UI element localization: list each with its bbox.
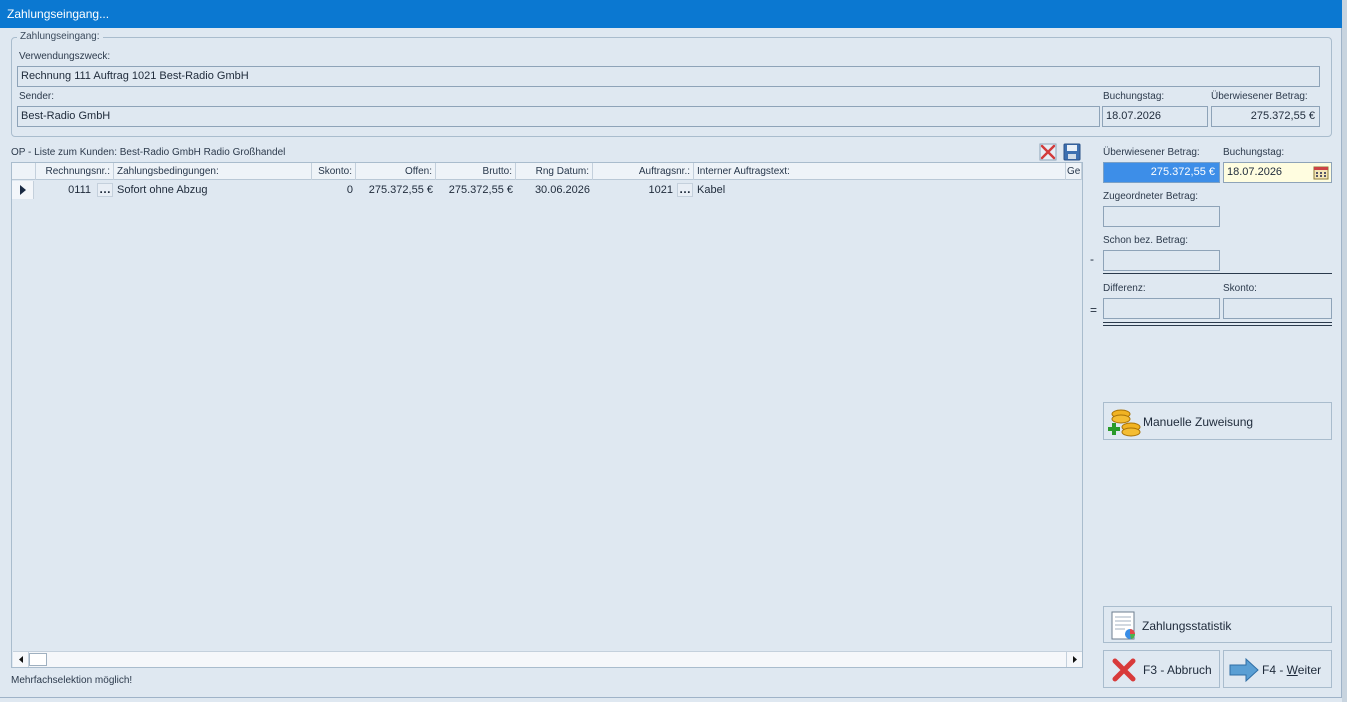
col-skonto[interactable]: Skonto: <box>312 163 356 180</box>
side-booking-date-value: 18.07.2026 <box>1227 166 1283 178</box>
cancel-button[interactable]: F3 - Abbruch <box>1103 650 1220 688</box>
col-invoice-date[interactable]: Rng Datum: <box>516 163 593 180</box>
booking-day-label: Buchungstag: <box>1103 91 1165 102</box>
row-selector-header <box>12 163 36 180</box>
purpose-field[interactable]: Rechnung 111 Auftrag 1021 Best-Radio Gmb… <box>17 66 1320 87</box>
assigned-label: Zugeordneter Betrag: <box>1103 191 1199 202</box>
sender-label: Sender: <box>19 91 55 102</box>
total-divider-1 <box>1103 322 1332 323</box>
next-label-rest: eiter <box>1297 663 1322 677</box>
cell-skonto: 0 <box>346 184 353 196</box>
calendar-icon <box>1313 166 1329 180</box>
scroll-right-button[interactable] <box>1066 652 1082 667</box>
purpose-label: Verwendungszweck: <box>19 51 111 62</box>
col-gross[interactable]: Brutto: <box>436 163 516 180</box>
col-invoice-number[interactable]: Rechnungsnr.: <box>36 163 114 180</box>
window-titlebar: Zahlungseingang... <box>0 0 1342 28</box>
side-transferred-input[interactable]: 275.372,55 € <box>1103 162 1220 183</box>
order-ellipsis-button[interactable]: … <box>677 183 693 197</box>
col-order-number[interactable]: Auftragsnr.: <box>593 163 694 180</box>
cancel-x-icon <box>1112 658 1136 682</box>
save-button[interactable] <box>1062 143 1082 161</box>
cancel-label: F3 - Abbruch <box>1143 663 1212 677</box>
groupbox-legend: Zahlungseingang: <box>17 31 103 42</box>
delete-x-icon <box>1039 143 1057 161</box>
scroll-left-arrow-icon <box>19 656 23 663</box>
difference-field[interactable] <box>1103 298 1220 319</box>
skonto-label: Skonto: <box>1223 283 1257 294</box>
sender-field[interactable]: Best-Radio GmbH <box>17 106 1100 127</box>
op-list-caption: OP - Liste zum Kunden: Best-Radio GmbH R… <box>11 147 286 158</box>
report-chart-icon <box>1111 611 1136 640</box>
next-label-prefix: F4 - <box>1262 663 1287 677</box>
invoice-ellipsis-button[interactable]: … <box>97 183 113 197</box>
row-indicator <box>12 181 34 199</box>
col-payment-terms[interactable]: Zahlungsbedingungen: <box>114 163 312 180</box>
scroll-left-button[interactable] <box>13 652 29 667</box>
skonto-field[interactable] <box>1223 298 1332 319</box>
next-button[interactable]: F4 - Weiter <box>1223 650 1332 688</box>
transferred-label: Überwiesener Betrag: <box>1211 91 1308 102</box>
difference-label: Differenz: <box>1103 283 1146 294</box>
already-paid-label: Schon bez. Betrag: <box>1103 235 1189 246</box>
coins-add-icon <box>1108 409 1141 437</box>
side-booking-date-input[interactable]: 18.07.2026 <box>1223 162 1332 183</box>
scroll-right-arrow-icon <box>1073 656 1077 663</box>
booking-day-field[interactable]: 18.07.2026 <box>1102 106 1208 127</box>
manual-assignment-button[interactable]: Manuelle Zuweisung <box>1103 402 1332 440</box>
floppy-disk-icon <box>1063 143 1081 161</box>
cell-gross: 275.372,55 € <box>448 184 513 196</box>
current-row-arrow-icon <box>20 185 26 195</box>
cell-open: 275.372,55 € <box>368 184 433 196</box>
next-label-hotkey: W <box>1286 663 1298 677</box>
assigned-amount-field[interactable] <box>1103 206 1220 227</box>
col-internal-text[interactable]: Interner Auftragstext: <box>694 163 1066 180</box>
op-list-grid: Rechnungsnr.: Zahlungsbedingungen: Skont… <box>11 162 1083 668</box>
minus-sign: - <box>1090 252 1094 266</box>
payment-statistics-button[interactable]: Zahlungsstatistik <box>1103 606 1332 643</box>
cell-order-number: 1021 <box>648 184 673 196</box>
sum-divider <box>1103 273 1332 274</box>
cell-internal-text: Kabel <box>697 184 726 196</box>
total-divider-2 <box>1103 325 1332 326</box>
payment-statistics-label: Zahlungsstatistik <box>1142 619 1232 633</box>
window-edge <box>1342 0 1347 702</box>
col-truncated[interactable]: Ge <box>1066 163 1082 180</box>
cell-invoice-date: 30.06.2026 <box>534 184 590 196</box>
horizontal-scrollbar[interactable] <box>13 651 1082 667</box>
arrow-right-icon <box>1229 657 1259 683</box>
side-booking-label: Buchungstag: <box>1223 147 1285 158</box>
transferred-field[interactable]: 275.372,55 € <box>1211 106 1320 127</box>
delete-button[interactable] <box>1038 143 1058 161</box>
already-paid-field[interactable] <box>1103 250 1220 271</box>
cell-payment-terms: Sofort ohne Abzug <box>117 184 208 196</box>
calendar-button[interactable] <box>1313 165 1329 180</box>
side-transferred-label: Überwiesener Betrag: <box>1103 147 1200 158</box>
multiselect-hint: Mehrfachselektion möglich! <box>11 675 133 686</box>
col-open[interactable]: Offen: <box>356 163 436 180</box>
next-label: F4 - Weiter <box>1262 663 1321 677</box>
table-row[interactable]: 0111 … Sofort ohne Abzug 0 275.372,55 € … <box>12 181 1082 199</box>
cell-invoice-number: 0111 <box>68 184 91 196</box>
equals-sign: = <box>1090 303 1098 317</box>
grid-header: Rechnungsnr.: Zahlungsbedingungen: Skont… <box>12 163 1082 180</box>
scroll-thumb[interactable] <box>29 653 47 666</box>
window-title: Zahlungseingang... <box>7 7 110 21</box>
manual-assignment-label: Manuelle Zuweisung <box>1143 415 1254 429</box>
